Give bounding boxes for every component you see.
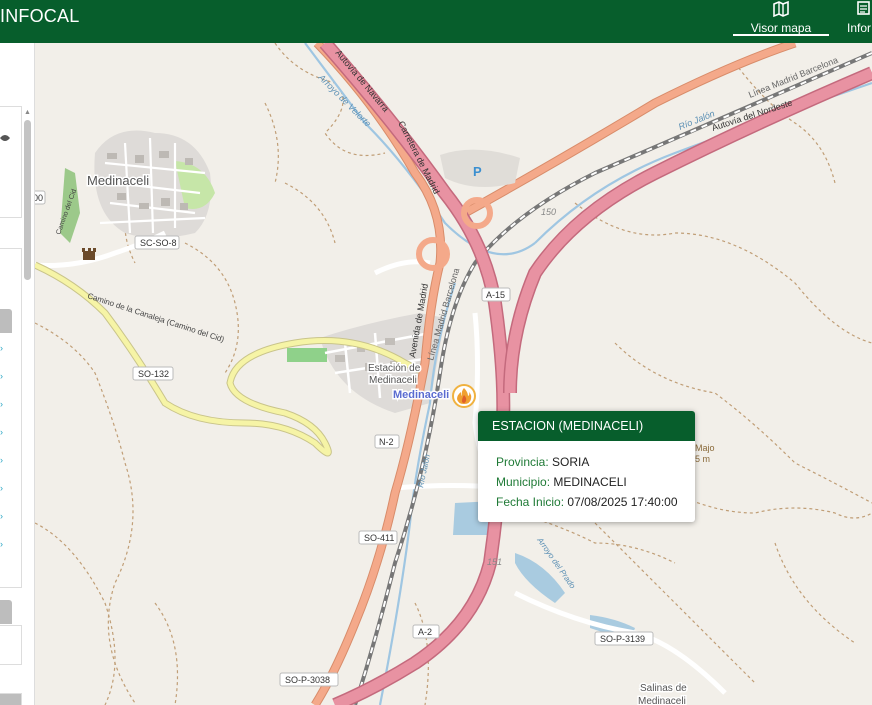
elevation-151: 151 [487,557,502,567]
shield-so-411: SO-411 [364,533,394,543]
map-icon [773,0,789,18]
list-item-icon[interactable]: › [0,455,3,465]
fire-icon [457,388,472,404]
map-viewer[interactable]: P Medinaceli Estación de Medinaceli Medi… [35,43,872,705]
shield-so-p-3038: SO-P-3038 [285,675,330,685]
sidebar-tab-2[interactable] [0,600,12,624]
document-icon [857,1,870,15]
list-item-icon[interactable]: › [0,343,3,353]
incident-popup: ESTACION (MEDINACELI) Provincia: SORIA M… [478,411,695,522]
provincia-value: SORIA [552,455,590,469]
sidebar-panel-list [0,248,22,588]
top-header: INFOCAL Visor mapa Infor [0,0,872,43]
shield-a-2: A-2 [418,627,432,637]
town-label-medinaceli: Medinaceli [87,173,149,188]
popup-body: Provincia: SORIA Municipio: MEDINACELI F… [478,441,695,512]
map-canvas[interactable]: P Medinaceli Estación de Medinaceli Medi… [35,43,872,705]
list-item-icon[interactable]: › [0,399,3,409]
list-item-icon[interactable]: › [0,483,3,493]
sidebar-panel-bottom [0,625,22,665]
brand-title: INFOCAL [0,6,80,26]
nav-visor-mapa[interactable]: Visor mapa [733,0,829,36]
parking-label: P [473,164,482,179]
municipio-label: Municipio: [496,475,551,489]
fecha-value: 07/08/2025 17:40:00 [567,495,678,509]
fecha-label: Fecha Inicio: [496,495,565,509]
peak-label-majo: Majo [695,443,715,453]
provincia-label: Provincia: [496,455,549,469]
list-item-icon[interactable]: › [0,539,3,549]
shield-sc-so-8: SC-SO-8 [140,238,177,248]
town-label-estacion-2: Medinaceli [369,375,417,386]
scroll-up-icon[interactable]: ▲ [24,109,31,116]
popup-row-municipio: Municipio: MEDINACELI [496,472,695,492]
castle-icon [82,248,96,260]
shield-partial: 00 [35,193,43,203]
popup-row-fecha: Fecha Inicio: 07/08/2025 17:40:00 [496,492,695,512]
list-item-icon[interactable]: › [0,427,3,437]
shield-so-p-3139: SO-P-3139 [600,634,645,644]
elevation-150: 150 [541,207,556,217]
nav-visor-label: Visor mapa [750,21,812,35]
shield-n-2: N-2 [379,437,394,447]
nav-info-label: Infor [847,21,872,35]
sidebar-tab-1[interactable] [0,309,12,333]
sidebar-panel-top [0,106,22,218]
fire-marker[interactable] [452,384,476,408]
popup-row-provincia: Provincia: SORIA [496,452,695,472]
sidebar-scrollbar[interactable] [24,120,31,280]
peak-elevation: 5 m [695,454,710,464]
shield-a-15: A-15 [486,290,505,300]
town-label-salinas-2: Medinaceli [638,696,686,705]
town-label-salinas: Salinas de [640,683,687,694]
list-item-icon[interactable]: › [0,511,3,521]
popup-title: ESTACION (MEDINACELI) [478,411,695,441]
town-label-estacion: Estación de [368,363,421,374]
list-item-icon[interactable]: › [0,371,3,381]
left-sidebar: ▲ › › › › › › › › [0,43,35,705]
poi-label-medinaceli: Medinaceli [393,389,449,401]
municipio-value: MEDINACELI [553,475,627,489]
sidebar-tab-3[interactable] [0,693,22,705]
eye-icon[interactable] [0,132,10,144]
app-root: INFOCAL Visor mapa Infor ▲ › › › › › › ›… [0,0,872,705]
shield-so-132: SO-132 [138,369,169,379]
nav-informacion[interactable]: Infor [842,0,872,43]
